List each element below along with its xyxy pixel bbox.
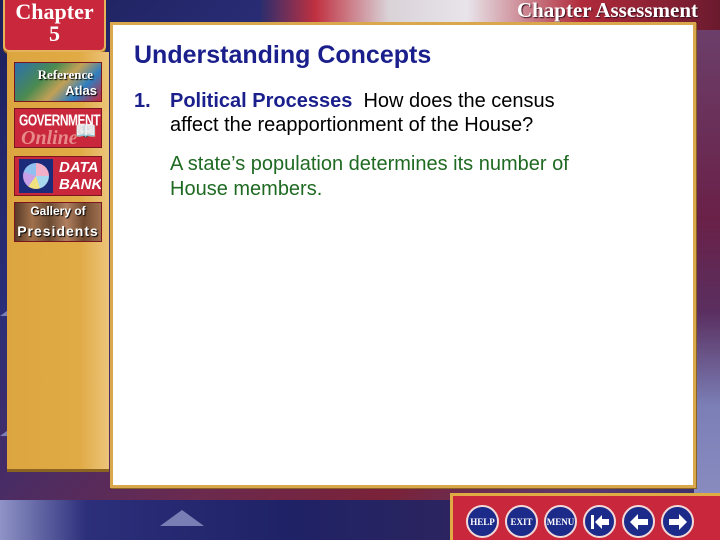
answer-line: House members.	[170, 178, 323, 200]
section-title: Chapter Assessment	[516, 0, 698, 22]
sidebar-item-label: BANK	[59, 176, 102, 193]
menu-button[interactable]: MENU	[544, 505, 577, 538]
answer-line: A state’s population determines its numb…	[170, 153, 569, 175]
question-text-continued: affect the reapportionment of the House?	[170, 114, 534, 136]
next-button[interactable]	[661, 505, 694, 538]
arrow-left-bar-icon	[590, 514, 609, 529]
question-text: How does the census	[363, 90, 555, 112]
sidebar: Reference Atlas GOVERNMENT Online 📖 DATA…	[7, 52, 109, 472]
chapter-word: Chapter	[15, 0, 94, 24]
previous-button[interactable]	[622, 505, 655, 538]
question-topic: Political Processes	[170, 90, 353, 112]
sidebar-item-label: Atlas	[65, 83, 97, 98]
background-star-icon	[160, 510, 204, 526]
navigation-bar: HELP EXIT MENU	[450, 493, 720, 540]
sidebar-item-data-bank[interactable]: DATA BANK	[14, 156, 102, 196]
question-number: 1.	[134, 90, 151, 112]
chapter-number: 5	[49, 21, 60, 46]
content-panel: Understanding Concepts 1. Political Proce…	[110, 22, 696, 488]
sidebar-item-reference-atlas[interactable]: Reference Atlas	[14, 62, 102, 102]
sidebar-item-gallery-of-presidents[interactable]: Gallery of Presidents	[14, 202, 102, 242]
page-title: Understanding Concepts	[134, 41, 432, 69]
sidebar-item-government-online[interactable]: GOVERNMENT Online 📖	[14, 108, 102, 148]
menu-label: MENU	[546, 516, 575, 527]
exit-label: EXIT	[510, 516, 533, 527]
arrow-left-icon	[629, 513, 648, 530]
sidebar-item-label: Reference	[37, 67, 93, 82]
chapter-badge: Chapter 5	[3, 0, 106, 52]
first-slide-button[interactable]	[583, 505, 616, 538]
background-right-strip	[694, 30, 720, 500]
sidebar-item-label: Online	[21, 127, 78, 148]
answer: A state’s population determines its numb…	[170, 152, 670, 202]
pie-chart-icon	[19, 159, 53, 193]
open-book-icon: 📖	[74, 121, 97, 141]
exit-button[interactable]: EXIT	[505, 505, 538, 538]
help-button[interactable]: HELP	[466, 505, 499, 538]
help-label: HELP	[470, 516, 495, 527]
arrow-right-icon	[668, 513, 687, 530]
question: 1. Political Processes How does the censu…	[134, 89, 674, 137]
sidebar-item-label: Presidents	[17, 223, 99, 239]
sidebar-item-label: Gallery of	[30, 204, 86, 218]
sidebar-item-label: DATA	[59, 159, 99, 176]
